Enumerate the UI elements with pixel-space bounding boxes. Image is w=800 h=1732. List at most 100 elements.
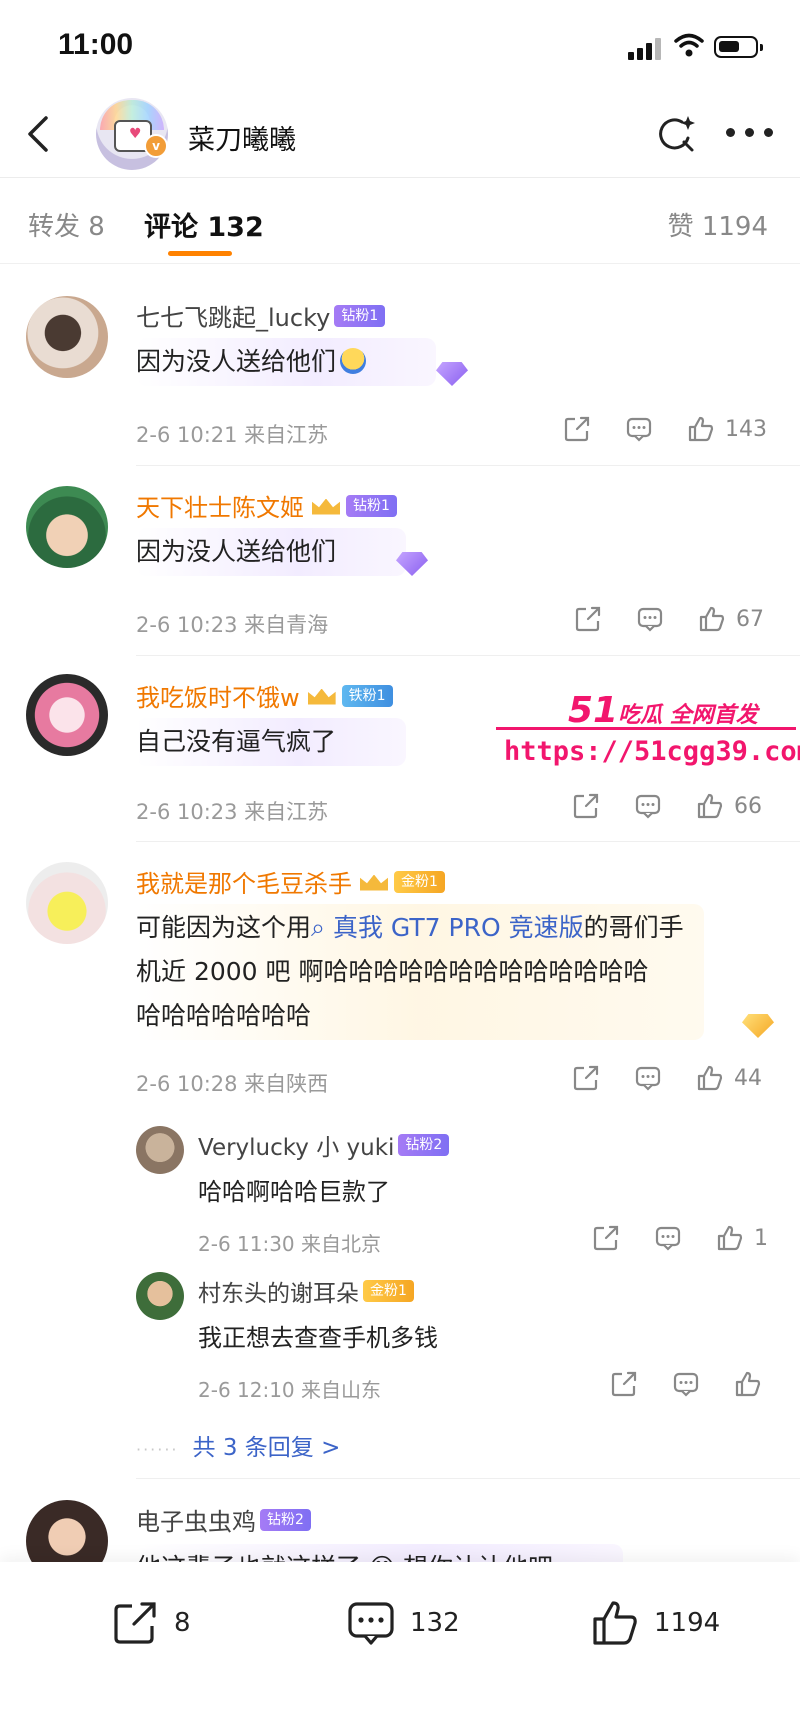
battery-icon (714, 36, 763, 58)
status-time: 11:00 (58, 28, 134, 61)
share-icon[interactable] (572, 1064, 600, 1092)
comment-text-content: 因为没人送给他们 (136, 347, 337, 376)
emoji-icon (340, 348, 367, 374)
comment-meta: 2-6 10:28 来自陕西 (136, 1072, 329, 1096)
comment-divider (136, 1478, 800, 1479)
bottom-action-bar: 8 132 1194 (0, 1562, 800, 1732)
share-icon[interactable] (572, 792, 600, 820)
tab-comments[interactable]: 评论 132 (144, 205, 264, 244)
comment-text: 因为没人送给他们 (136, 528, 407, 576)
like-icon[interactable] (696, 1064, 724, 1092)
commenter-avatar[interactable] (26, 674, 108, 756)
commenter-name-row: 电子虫虫鸡 钻粉2 (136, 1502, 311, 1537)
like-count: 1194 (654, 1608, 721, 1638)
bottom-like-button[interactable]: 1194 (590, 1598, 720, 1648)
status-bar: 11:00 (0, 0, 800, 90)
reply-icon[interactable] (654, 1224, 682, 1252)
commenter-avatar[interactable] (26, 862, 108, 944)
share-icon[interactable] (592, 1224, 620, 1252)
like-icon (593, 1601, 637, 1645)
commenter-avatar[interactable] (26, 486, 108, 568)
diamond-decoration-icon (430, 354, 474, 394)
reply-avatar[interactable] (136, 1272, 184, 1320)
comment-text-content: 他这辈子也就这样了 😅 想你让让他吧 (136, 1544, 623, 1562)
more-options-icon[interactable] (726, 128, 774, 140)
commenter-name[interactable]: 天下壮士陈文姬 (136, 488, 304, 523)
watermark-brand: 51吃瓜 全网首发 (568, 690, 758, 731)
commenter-name-row: 我吃饭时不饿w 铁粉1 (136, 678, 393, 713)
comment-text-part: 哈哈哈哈哈哈哈 (136, 1001, 312, 1030)
fan-badge: 钻粉2 (260, 1508, 311, 1531)
like-icon[interactable] (687, 415, 715, 443)
commenter-name-row: 我就是那个毛豆杀手 金粉1 (136, 864, 445, 899)
comment-text-part: 机近 2000 吧 啊哈哈哈哈哈哈哈哈哈哈哈哈哈 (136, 957, 649, 986)
reply-meta: 2-6 11:30 来自北京 (198, 1232, 382, 1256)
watermark-url: https://51cgg39.com (504, 736, 800, 767)
fan-badge: 金粉1 (363, 1280, 414, 1302)
comment-text: 自己没有逼气疯了 (136, 718, 407, 766)
bottom-comment-button[interactable]: 132 (346, 1598, 460, 1648)
fan-badge: 铁粉1 (341, 684, 393, 707)
product-link[interactable]: ⌕ 真我 GT7 PRO 竞速版 (311, 913, 584, 942)
tab-reposts[interactable]: 转发 8 (28, 206, 105, 243)
like-count: 1 (754, 1225, 768, 1251)
verified-badge: v (144, 134, 168, 158)
author-name[interactable]: 菜刀曦曦 (188, 118, 296, 157)
comment-actions: 67 (574, 605, 764, 633)
reply-icon[interactable] (625, 415, 653, 443)
like-count: 44 (734, 1065, 762, 1091)
comment-meta: 2-6 10:21 来自江苏 (136, 423, 329, 447)
repost-count: 8 (174, 1608, 191, 1638)
bottom-repost-button[interactable]: 8 (110, 1598, 191, 1648)
reply-name[interactable]: 村东头的谢耳朵 (198, 1274, 359, 1308)
like-icon[interactable] (698, 605, 726, 633)
comment-item: 我就是那个毛豆杀手 金粉1 可能因为这个用⌕ 真我 GT7 PRO 竞速版的哥们… (0, 842, 800, 1479)
reply-icon[interactable] (634, 792, 662, 820)
comment-text-content: 自己没有逼气疯了 (136, 718, 407, 766)
fan-badge: 钻粉2 (398, 1134, 450, 1156)
share-icon[interactable] (610, 1370, 638, 1398)
commenter-name[interactable]: 七七飞跳起_lucky (136, 298, 330, 333)
post-tabs: 转发 8 评论 132 赞 1194 (0, 178, 800, 264)
site-watermark: 51吃瓜 全网首发 https://51cgg39.com (494, 690, 800, 780)
like-icon[interactable] (696, 792, 724, 820)
reply-meta: 2-6 12:10 来自山东 (198, 1378, 382, 1402)
reply-name[interactable]: Verylucky 小 yuki (198, 1128, 394, 1162)
reply-text: 我正想去查查手机多钱 (198, 1324, 438, 1352)
reply-icon[interactable] (672, 1370, 700, 1398)
like-count: 67 (736, 606, 764, 632)
like-count: 143 (725, 416, 767, 442)
gold-diamond-decoration-icon (736, 1006, 780, 1046)
like-icon[interactable] (734, 1370, 762, 1398)
reply-icon[interactable] (636, 605, 664, 633)
watermark-underline (496, 727, 796, 730)
reply-text: 哈哈啊哈哈巨款了 (198, 1178, 390, 1206)
comment-actions: 66 (572, 792, 762, 820)
fan-badge: 钻粉1 (346, 494, 397, 517)
commenter-name[interactable]: 我吃饭时不饿w (136, 678, 300, 713)
share-icon[interactable] (563, 415, 591, 443)
comment-text-part: 的哥们手 (583, 913, 684, 942)
reply-avatar[interactable] (136, 1126, 184, 1174)
refresh-sparkle-icon[interactable] (654, 112, 698, 156)
comment-icon (348, 1602, 394, 1645)
commenter-avatar[interactable] (26, 1500, 108, 1562)
diamond-decoration-icon (390, 544, 434, 584)
back-arrow-icon[interactable] (18, 112, 62, 156)
crown-icon (310, 495, 342, 517)
comment-text: 因为没人送给他们 (136, 338, 437, 386)
reply-name-row: Verylucky 小 yuki 钻粉2 (198, 1128, 450, 1162)
commenter-name[interactable]: 电子虫虫鸡 (136, 1502, 256, 1537)
commenter-name[interactable]: 我就是那个毛豆杀手 (136, 864, 352, 899)
reply-actions (610, 1370, 762, 1398)
view-more-replies-link[interactable]: ······ 共 3 条回复 > (136, 1428, 340, 1462)
commenter-avatar[interactable] (26, 296, 108, 378)
fan-badge: 金粉1 (394, 870, 445, 893)
like-count: 66 (734, 793, 762, 819)
reply-icon[interactable] (634, 1064, 662, 1092)
commenter-name-row: 天下壮士陈文姬 钻粉1 (136, 488, 397, 523)
share-icon[interactable] (574, 605, 602, 633)
tab-likes[interactable]: 赞 1194 (668, 206, 768, 243)
like-icon[interactable] (716, 1224, 744, 1252)
comment-text: 他这辈子也就这样了 😅 想你让让他吧 (136, 1544, 623, 1562)
